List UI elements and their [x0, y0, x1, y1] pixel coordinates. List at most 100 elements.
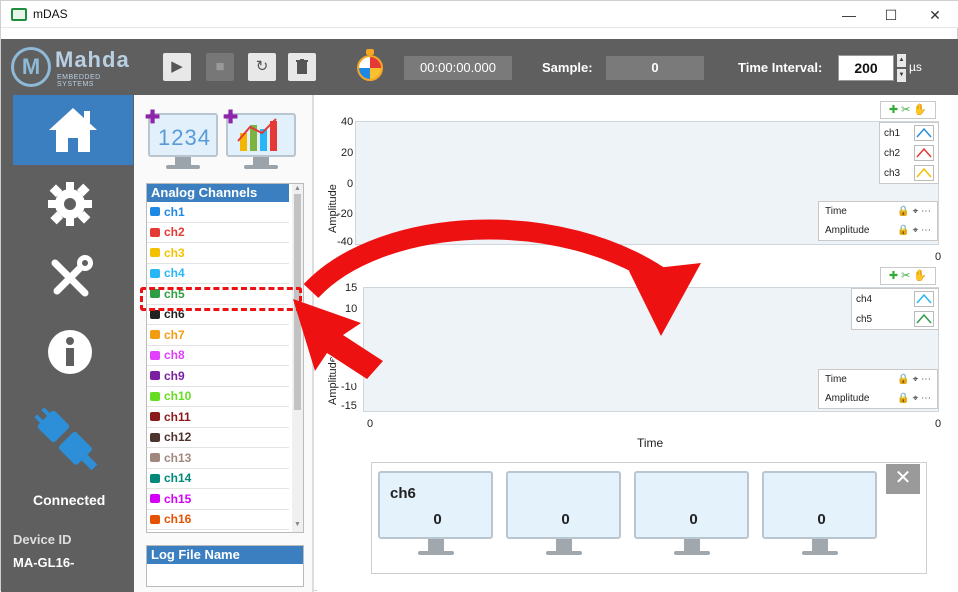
numeric-display[interactable]: 0	[634, 471, 749, 566]
add-numeric-display-button[interactable]: 1234 ✚	[145, 107, 218, 173]
scroll-up-icon[interactable]: ▲	[294, 185, 301, 192]
channel-item-ch1[interactable]: ch1	[147, 202, 289, 223]
cursor-tools[interactable]: 🔒 ⌖ ⋯	[897, 374, 931, 385]
database-icon	[150, 207, 160, 217]
nav-info[interactable]	[9, 317, 131, 387]
chart1-x-axis-label: Time	[637, 269, 664, 283]
cursor-tools[interactable]: 🔒 ⌖ ⋯	[897, 225, 931, 236]
chart2-y-axis-label: Amplitude	[327, 356, 339, 405]
channel-item-ch3[interactable]: ch3	[147, 243, 289, 264]
channel-item-ch13[interactable]: ch13	[147, 448, 289, 469]
chart1-y-tick: 40	[341, 116, 354, 128]
add-chart-button[interactable]: ✚	[223, 107, 296, 173]
database-icon	[150, 494, 160, 504]
chart1-y-tick: -40	[337, 236, 353, 248]
cursor-label: Time	[825, 374, 847, 385]
play-icon: ▶	[171, 58, 183, 75]
time-interval-unit: µs	[909, 60, 922, 74]
side-nav	[1, 95, 134, 592]
database-icon	[150, 227, 160, 237]
app-icon	[11, 8, 27, 21]
legend-item[interactable]: ch5	[852, 309, 938, 329]
minimize-button[interactable]: —	[829, 3, 869, 27]
refresh-icon: ↻	[255, 58, 269, 75]
chart2-x-axis-label: Time	[637, 436, 664, 450]
channel-item-ch12[interactable]: ch12	[147, 428, 289, 448]
database-icon	[150, 432, 160, 442]
scroll-down-icon[interactable]: ▼	[294, 521, 301, 528]
maximize-button[interactable]: ☐	[871, 3, 911, 27]
device-id-value: MA-GL16-	[13, 555, 75, 570]
channel-item-ch15[interactable]: ch15	[147, 489, 289, 510]
numeric-display[interactable]: ch6 0	[378, 471, 493, 566]
channel-item-ch14[interactable]: ch14	[147, 469, 289, 489]
reset-button[interactable]: ↻	[248, 53, 276, 81]
chart1-y-tick: 0	[347, 178, 354, 190]
legend-item[interactable]: ch1	[880, 123, 938, 143]
legend-item[interactable]: ch4	[852, 289, 938, 309]
database-icon	[150, 412, 160, 422]
chart1-y-tick: 20	[341, 147, 354, 159]
plug-icon	[34, 407, 98, 471]
spin-down-icon[interactable]: ▼	[897, 69, 906, 82]
close-numeric-display-button[interactable]: ✕	[886, 464, 920, 494]
database-icon	[150, 268, 160, 278]
channel-rows: ch1 ch2 ch3 ch4 ch5 ch6 ch7 ch8 ch9 ch10 ch11 ch12 c…	[147, 202, 303, 530]
cursor-tools[interactable]: 🔒 ⌖ ⋯	[897, 206, 931, 217]
time-interval-spinner[interactable]: ▲ ▼	[897, 54, 906, 82]
channel-label: ch4	[164, 266, 185, 281]
save-button[interactable]: ■	[206, 53, 234, 81]
chart2-y-tick: 0	[351, 342, 358, 354]
chart1-y-tick: -20	[337, 208, 353, 220]
chart2-tool-palette[interactable]: ✚ ✂ ✋	[880, 267, 936, 285]
connection-status: Connected	[33, 492, 106, 508]
app-window: mDAS — ☐ ✕ M Mahda EMBEDDED SYSTEMS ▶ ■ …	[0, 0, 958, 592]
channel-item-ch4[interactable]: ch4	[147, 264, 289, 284]
nav-settings[interactable]	[9, 169, 131, 239]
numeric-display-value: 0	[817, 511, 826, 528]
delete-button[interactable]	[288, 53, 316, 81]
channel-label: ch13	[164, 450, 192, 465]
numeric-display-value: 0	[433, 511, 442, 528]
channel-label: ch2	[164, 225, 185, 240]
cursor-label: Amplitude	[825, 393, 870, 404]
legend-label: ch4	[856, 293, 873, 305]
chart1-tool-palette[interactable]: ✚ ✂ ✋	[880, 101, 936, 119]
channel-list-scrollbar[interactable]: ▲ ▼	[292, 184, 303, 532]
chart2-y-tick: -10	[341, 381, 357, 393]
numeric-display-icon-text: 1234	[158, 125, 211, 150]
time-interval-label: Time Interval:	[738, 60, 823, 75]
legend-item[interactable]: ch2	[880, 143, 938, 163]
tools-icon	[51, 255, 93, 297]
channel-item-ch7[interactable]: ch7	[147, 325, 289, 346]
channel-item-ch11[interactable]: ch11	[147, 407, 289, 428]
chart1-cursor-box: Time 🔒 ⌖ ⋯ Amplitude 🔒 ⌖ ⋯	[818, 201, 938, 241]
legend-item[interactable]: ch3	[880, 163, 938, 183]
nav-tools[interactable]	[9, 243, 131, 313]
spin-up-icon[interactable]: ▲	[897, 54, 906, 67]
channel-label: ch16	[164, 512, 192, 527]
database-icon	[150, 391, 160, 401]
chart2-legend: ch4 ch5	[851, 288, 939, 330]
cursor-tools[interactable]: 🔒 ⌖ ⋯	[897, 393, 931, 404]
channel-item-ch9[interactable]: ch9	[147, 366, 289, 387]
database-icon	[150, 371, 160, 381]
nav-home[interactable]	[13, 95, 133, 165]
selected-channel-highlight	[140, 287, 302, 311]
save-icon: ■	[215, 58, 225, 75]
channel-item-ch8[interactable]: ch8	[147, 346, 289, 366]
close-button[interactable]: ✕	[915, 3, 955, 27]
channel-item-ch10[interactable]: ch10	[147, 387, 289, 407]
channel-item-ch2[interactable]: ch2	[147, 223, 289, 243]
chart1-legend: ch1 ch2 ch3	[879, 122, 939, 184]
numeric-display[interactable]: 0	[762, 471, 877, 566]
numeric-display[interactable]: 0	[506, 471, 621, 566]
logo-mark: M	[11, 47, 51, 87]
play-button[interactable]: ▶	[163, 53, 191, 81]
time-interval-input[interactable]: 200	[838, 55, 894, 81]
channel-item-ch16[interactable]: ch16	[147, 510, 289, 530]
log-file-input[interactable]	[147, 564, 303, 586]
legend-swatch	[914, 165, 934, 181]
brand-subtitle: EMBEDDED SYSTEMS	[57, 74, 101, 88]
database-icon	[150, 248, 160, 258]
